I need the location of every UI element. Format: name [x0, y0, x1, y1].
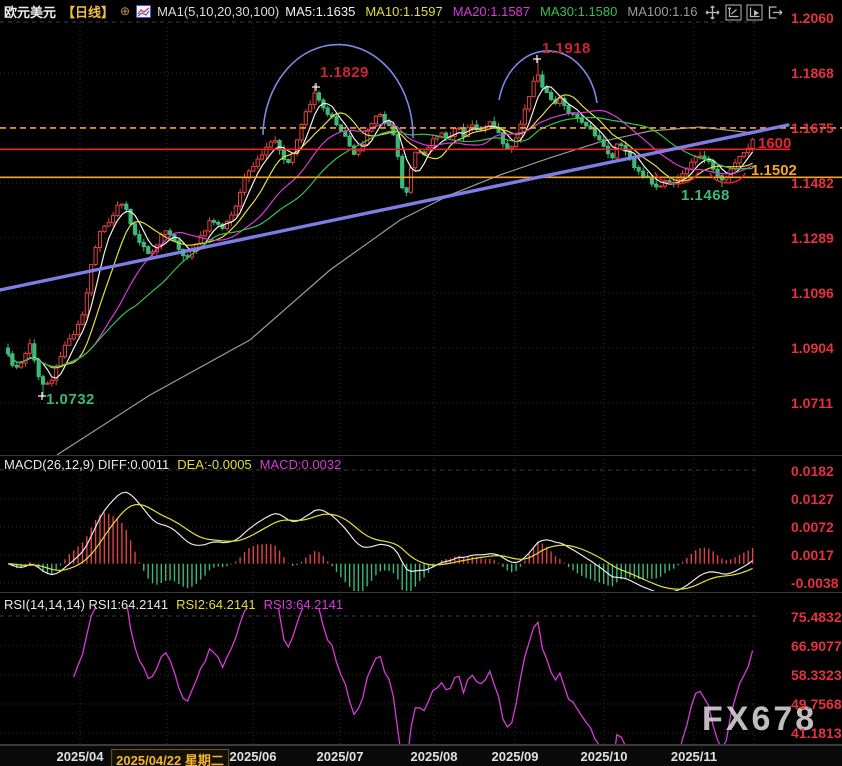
axis-scale-icon[interactable] — [725, 4, 742, 21]
axis-tick-label: 1.1289 — [791, 230, 842, 246]
ma-values: MA5:1.1635 MA10:1.1597 MA20:1.1587 MA30:1.1… — [285, 4, 707, 19]
selected-date-label: 2025/04/22 星期二 — [111, 749, 229, 766]
ma10-line — [8, 95, 753, 368]
indicator-value-label: MACD:0.0032 — [260, 457, 342, 472]
rsi-line — [74, 587, 753, 766]
main-panel — [6, 59, 754, 455]
date-label: 2025/09 — [492, 749, 539, 764]
date-axis: 2025/04 2025/04/22 星期二2025/06 2025/07 2025/… — [0, 745, 842, 766]
hline-price-label: 1.1502 — [751, 162, 797, 179]
rsi-panel — [74, 587, 753, 766]
candles — [6, 59, 754, 398]
axis-tick-label: 1.1675 — [791, 120, 842, 136]
axis-tick-label: 0.0182 — [791, 463, 842, 479]
date-label: 2025/06 — [230, 749, 277, 764]
axis-tick-label: 75.4832 — [791, 609, 842, 625]
drawings-layer — [0, 45, 788, 400]
indicator-value-label: RSI2:64.2141 — [176, 597, 256, 612]
indicator-value-label: RSI3:64.2141 — [264, 597, 344, 612]
rsi-indicator-row: RSI(14,14,14) RSI1:64.2141 RSI2:64.2141 RS… — [4, 597, 351, 612]
indicator-value-label: RSI(14,14,14) RSI1:64.2141 — [4, 597, 168, 612]
date-label: 2025/11 — [671, 749, 717, 764]
axis-tick-label: 0.0072 — [791, 519, 842, 535]
date-label: 2025/10 — [581, 749, 628, 764]
price-annotation: 1.1918 — [542, 40, 591, 57]
axis-tick-label: -0.0038 — [791, 575, 842, 591]
axis-tick-label: 0.0127 — [791, 491, 842, 507]
axis-tick-label: 0.0017 — [791, 547, 842, 563]
indicator-value-label: DEA:-0.0005 — [177, 457, 251, 472]
chart-header: 欧元美元 【日线】 ⊕ MA1(5,10,20,30,100) MA5:1.16… — [4, 2, 707, 20]
axis-tick-label: 1.1868 — [791, 65, 842, 81]
date-label: 2025/08 — [411, 749, 458, 764]
macd-panel — [8, 492, 753, 596]
pan-crosshair-icon[interactable] — [704, 4, 721, 21]
price-annotation: 1.1829 — [320, 64, 369, 81]
date-label: 2025/07 — [317, 749, 364, 764]
exit-chart-icon[interactable] — [767, 4, 784, 21]
forex-chart-app: FX678 欧元美元 【日线】 ⊕ MA1(5,10,20,30,100) MA… — [0, 0, 842, 766]
ma-value-chip: MA10:1.1597 — [365, 4, 442, 19]
ma-settings-label: MA1(5,10,20,30,100) — [157, 4, 279, 19]
macd-dea-line — [8, 505, 753, 590]
symbol-name: 欧元美元 — [4, 2, 56, 21]
ma-value-chip: MA20:1.1587 — [453, 4, 530, 19]
chart-canvas[interactable] — [0, 0, 842, 766]
price-annotation: 1.0732 — [46, 391, 95, 408]
period-label[interactable]: 【日线】 — [62, 2, 114, 21]
axis-tick-label: 41.1813 — [791, 725, 842, 741]
axis-tick-label: 1.2060 — [791, 10, 842, 26]
indicator-value-label: MACD(26,12,9) DIFF:0.0011 — [4, 457, 169, 472]
axis-tick-label: 66.9077 — [791, 638, 842, 654]
date-label: 2025/04 — [57, 749, 104, 764]
price-annotation: 1.1468 — [681, 187, 730, 204]
ma-value-chip: MA30:1.1580 — [540, 4, 617, 19]
ma-value-chip: MA5:1.1635 — [285, 4, 355, 19]
axis-tick-label: 58.3323 — [791, 667, 842, 683]
macd-indicator-row: MACD(26,12,9) DIFF:0.0011 DEA:-0.0005 MACD… — [4, 457, 349, 472]
axis-tick-label: 49.7568 — [791, 696, 842, 712]
axis-forward-icon[interactable] — [746, 4, 763, 21]
chart-toolbar — [704, 4, 784, 21]
axis-tick-label: 1.0904 — [791, 340, 842, 356]
ma5-line — [8, 87, 753, 379]
mini-chart-icon — [136, 5, 151, 18]
axis-tick-label: 1.1482 — [791, 175, 842, 191]
ma-value-chip: MA100:1.16 — [627, 4, 697, 19]
axis-tick-label: 1.0711 — [791, 395, 842, 411]
hline-price-label: 1600 — [758, 135, 791, 152]
axis-tick-label: 1.1096 — [791, 285, 842, 301]
circle-plus-icon[interactable]: ⊕ — [120, 4, 130, 18]
